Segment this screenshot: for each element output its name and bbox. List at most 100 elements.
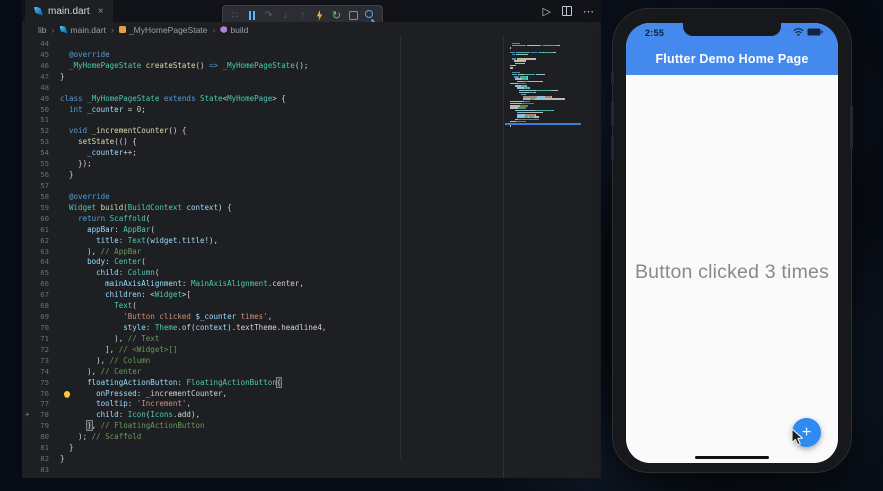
code-line-79[interactable]: 79 ), // FloatingActionButton	[22, 420, 503, 432]
line-number[interactable]: 82	[22, 454, 49, 465]
breadcrumb-item-build[interactable]: build	[220, 25, 248, 35]
code-line-44[interactable]: 44	[22, 39, 503, 50]
tab-main-dart[interactable]: main.dart ×	[25, 0, 113, 22]
line-number[interactable]: 65	[22, 268, 49, 279]
line-number[interactable]: 66	[22, 279, 49, 290]
line-number[interactable]: 79	[22, 421, 49, 432]
line-number[interactable]: 47	[22, 72, 49, 83]
code-line-81[interactable]: 81 }	[22, 443, 503, 454]
line-number[interactable]: 72	[22, 345, 49, 356]
code-line-57[interactable]: 57	[22, 181, 503, 192]
code-line-55[interactable]: 55 });	[22, 159, 503, 170]
code-editor[interactable]: 44 45 @override 46 _MyHomePageState create…	[22, 37, 601, 478]
code-line-77[interactable]: 77 tooltip: 'Increment',	[22, 399, 503, 410]
line-number[interactable]: 74	[22, 367, 49, 378]
code-line-52[interactable]: 52 void _incrementCounter() {	[22, 126, 503, 137]
line-number[interactable]: 73	[22, 356, 49, 367]
code-line-71[interactable]: 71 ), // Text	[22, 334, 503, 345]
code-line-67[interactable]: 67 children: <Widget>[	[22, 290, 503, 301]
debug-step-into-button[interactable]: ↓	[279, 9, 292, 22]
code-line-54[interactable]: 54 _counter++;	[22, 148, 503, 159]
code-line-58[interactable]: 58 @override	[22, 192, 503, 203]
line-number[interactable]: 77	[22, 399, 49, 410]
line-number[interactable]: 64	[22, 257, 49, 268]
code-line-69[interactable]: 69 'Button clicked $_counter times',	[22, 312, 503, 323]
line-number[interactable]: 71	[22, 334, 49, 345]
code-line-82[interactable]: 82}	[22, 454, 503, 465]
line-number[interactable]: 58	[22, 192, 49, 203]
tab-close-icon[interactable]: ×	[98, 6, 104, 17]
debug-step-out-button[interactable]: ↑	[296, 9, 309, 22]
code-line-72[interactable]: 72 ], // <Widget>[]	[22, 345, 503, 356]
line-number[interactable]: 70	[22, 323, 49, 334]
line-number[interactable]: 59	[22, 203, 49, 214]
breadcrumb-item-lib[interactable]: lib	[38, 25, 47, 35]
debug-grip-button[interactable]: ∷	[228, 9, 241, 22]
code-line-49[interactable]: 49 class _MyHomePageState extends State<M…	[22, 94, 503, 105]
code-line-45[interactable]: 45 @override	[22, 50, 503, 61]
line-number[interactable]: 75	[22, 378, 49, 389]
code-line-46[interactable]: 46 _MyHomePageState createState() => _My…	[22, 61, 503, 72]
code-line-47[interactable]: 47}	[22, 72, 503, 83]
line-number[interactable]: 46	[22, 61, 49, 72]
debug-hot-reload-button[interactable]	[313, 9, 326, 22]
code-line-60[interactable]: 60 return Scaffold(	[22, 214, 503, 225]
line-number[interactable]: 44	[22, 39, 49, 50]
line-number[interactable]: 67	[22, 290, 49, 301]
code-line-62[interactable]: 62 title: Text(widget.title!),	[22, 236, 503, 247]
code-line-70[interactable]: 70 style: Theme.of(context).textTheme.he…	[22, 323, 503, 334]
line-number[interactable]: 48	[22, 83, 49, 94]
home-indicator[interactable]	[695, 456, 769, 459]
line-number[interactable]: 61	[22, 225, 49, 236]
line-number[interactable]: 53	[22, 137, 49, 148]
code-line-53[interactable]: 53 setState(() {	[22, 137, 503, 148]
line-number[interactable]: 55	[22, 159, 49, 170]
line-number[interactable]: 60	[22, 214, 49, 225]
code-line-64[interactable]: 64 body: Center(	[22, 257, 503, 268]
debug-restart-button[interactable]: ↻	[330, 9, 343, 22]
breadcrumb-item--myhomepagestate[interactable]: _MyHomePageState	[118, 25, 207, 35]
code-line-50[interactable]: 50 int _counter = 0;	[22, 105, 503, 116]
line-number[interactable]: 80	[22, 432, 49, 443]
debug-stop-button[interactable]	[347, 9, 360, 22]
code-line-73[interactable]: 73 ), // Column	[22, 356, 503, 367]
line-number[interactable]: 62	[22, 236, 49, 247]
line-number[interactable]: 68	[22, 301, 49, 312]
line-number[interactable]: 54	[22, 148, 49, 159]
phone-screen[interactable]: 2:55 ···· Flutter Demo Home Page Button …	[626, 23, 838, 463]
code-line-68[interactable]: 68 Text(	[22, 301, 503, 312]
line-number[interactable]: 51	[22, 115, 49, 126]
line-number[interactable]: 81	[22, 443, 49, 454]
minimap[interactable]	[510, 40, 582, 129]
code-line-76[interactable]: 76 onPressed: _incrementCounter,	[22, 389, 503, 400]
line-number[interactable]: 69	[22, 312, 49, 323]
line-number[interactable]: 45	[22, 50, 49, 61]
code-line-66[interactable]: 66 mainAxisAlignment: MainAxisAlignment.…	[22, 279, 503, 290]
line-number[interactable]: 76	[22, 389, 49, 400]
code-line-61[interactable]: 61 appBar: AppBar(	[22, 225, 503, 236]
line-number[interactable]: 49	[22, 94, 49, 105]
code-line-83[interactable]: 83	[22, 465, 503, 476]
line-number[interactable]: 63	[22, 247, 49, 258]
debug-step-over-button[interactable]: ↷	[262, 9, 275, 22]
code-line-59[interactable]: 59 Widget build(BuildContext context) {	[22, 203, 503, 214]
lightbulb-icon[interactable]	[64, 390, 70, 397]
code-line-80[interactable]: 80 ); // Scaffold	[22, 432, 503, 443]
run-button[interactable]: ▷	[543, 5, 551, 18]
code-line-63[interactable]: 63 ), // AppBar	[22, 247, 503, 258]
debug-inspector-button[interactable]	[364, 9, 377, 22]
split-editor-button[interactable]	[562, 6, 572, 16]
code-line-65[interactable]: 65 child: Column(	[22, 268, 503, 279]
breadcrumb-item-main-dart[interactable]: main.dart	[59, 25, 106, 35]
code-line-56[interactable]: 56 }	[22, 170, 503, 181]
code-line-74[interactable]: 74 ), // Center	[22, 367, 503, 378]
line-number[interactable]: 56	[22, 170, 49, 181]
code-line-78[interactable]: 78 + child: Icon(Icons.add),	[22, 410, 503, 421]
line-number[interactable]: 52	[22, 126, 49, 137]
line-number[interactable]: 57	[22, 181, 49, 192]
code-line-48[interactable]: 48	[22, 83, 503, 94]
more-actions-button[interactable]: ⋯	[583, 5, 594, 18]
code-line-51[interactable]: 51	[22, 115, 503, 126]
debug-pause-button[interactable]	[245, 9, 258, 22]
line-number[interactable]: 83	[22, 465, 49, 476]
